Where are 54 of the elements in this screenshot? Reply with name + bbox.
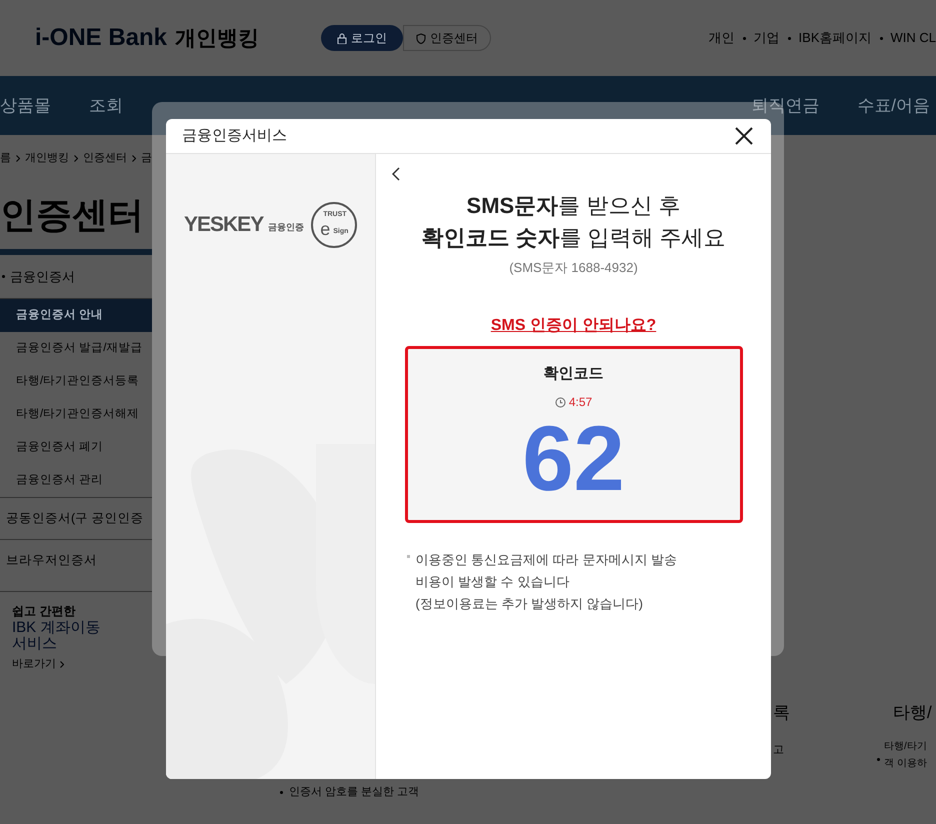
section-title: 록 bbox=[773, 702, 790, 724]
banner-link[interactable]: 바로가기 bbox=[12, 656, 64, 672]
nav-item[interactable]: 상품몰 bbox=[0, 92, 51, 118]
breadcrumb-link[interactable]: 름 bbox=[0, 150, 11, 166]
lock-icon bbox=[337, 32, 347, 44]
page-title: 인증센터 bbox=[0, 193, 145, 237]
notice-text: 이용중인 통신요금제에 따라 문자메시지 발송 비용이 발생할 수 있습니다 (정보이용료는 추가 발생하지 않습니다) bbox=[416, 550, 677, 613]
breadcrumb-link[interactable]: 인증센터 bbox=[83, 150, 127, 166]
nav-item[interactable]: 조회 bbox=[89, 92, 123, 118]
header-link[interactable]: 개인 bbox=[708, 28, 735, 48]
chevron-right-icon bbox=[16, 154, 20, 162]
banner-text: 쉽고 간편한 bbox=[12, 603, 76, 620]
section-text: 타행/타기 객 이용하 bbox=[884, 740, 927, 770]
sidebar-group[interactable]: 금융인증서 bbox=[10, 266, 75, 286]
nav-item[interactable]: 수표/어음 bbox=[857, 92, 930, 118]
help-link[interactable]: SMS 인증이 안되나요? bbox=[490, 314, 656, 338]
sidebar-item[interactable]: 금융인증서 발급/재발급 bbox=[0, 332, 152, 365]
bullet-square-icon bbox=[406, 554, 410, 558]
countdown-timer: 4:57 bbox=[568, 394, 592, 411]
brand-subtitle: 금융인증 bbox=[268, 221, 304, 234]
sidebar-item[interactable]: 금융인증서 폐기 bbox=[0, 431, 152, 464]
code-label: 확인코드 bbox=[544, 364, 604, 384]
breadcrumb-link[interactable]: 금 bbox=[141, 150, 152, 166]
sms-number: (SMS문자 1688-4932) bbox=[509, 259, 638, 277]
header-link[interactable]: IBK홈페이지 bbox=[798, 28, 872, 48]
sidebar-item[interactable]: 타행/타기관인증서해제 bbox=[0, 398, 152, 431]
login-button[interactable]: 로그인 bbox=[321, 25, 403, 51]
header-link[interactable]: 기업 bbox=[754, 28, 780, 48]
shield-icon bbox=[416, 32, 426, 44]
clock-icon bbox=[554, 396, 566, 408]
instruction-heading: SMS문자를 받으신 후 확인코드 숫자를 입력해 주세요 bbox=[421, 192, 726, 252]
chevron-right-icon bbox=[74, 154, 78, 162]
modal-title: 금융인증서비스 bbox=[182, 126, 287, 146]
sidebar-item[interactable]: 타행/타기관인증서등록 bbox=[0, 365, 152, 398]
header-link[interactable]: WIN CL bbox=[890, 28, 936, 48]
sidebar-group[interactable]: 브라우저인증서 bbox=[0, 539, 152, 581]
logo-subtitle: 개인뱅킹 bbox=[175, 26, 260, 52]
chevron-left-icon bbox=[392, 167, 400, 181]
chevron-right-icon bbox=[132, 154, 136, 162]
sidebar-item[interactable]: 금융인증서 관리 bbox=[0, 464, 152, 497]
banner-title: IBK 계좌이동 서비스 bbox=[12, 620, 100, 652]
section-title: 타행/ bbox=[893, 702, 932, 724]
chevron-right-icon bbox=[60, 660, 64, 668]
sidebar-item[interactable]: 금융인증서 안내 bbox=[0, 299, 152, 332]
bullet-text: 인증서 암호를 분실한 고객 bbox=[289, 785, 420, 800]
close-icon bbox=[735, 127, 753, 145]
section-text: 고 bbox=[773, 742, 785, 758]
breadcrumb-link[interactable]: 개인뱅킹 bbox=[25, 150, 69, 166]
cert-center-button[interactable]: 인증센터 bbox=[403, 25, 491, 51]
brand-logo: YESKEY bbox=[184, 212, 264, 238]
sidebar-group[interactable]: 공동인증서(구 공인인증 bbox=[0, 497, 152, 539]
verification-code: 62 bbox=[522, 413, 625, 505]
close-button[interactable] bbox=[733, 125, 755, 147]
bank-logo[interactable]: i-ONE Bank bbox=[35, 20, 168, 56]
